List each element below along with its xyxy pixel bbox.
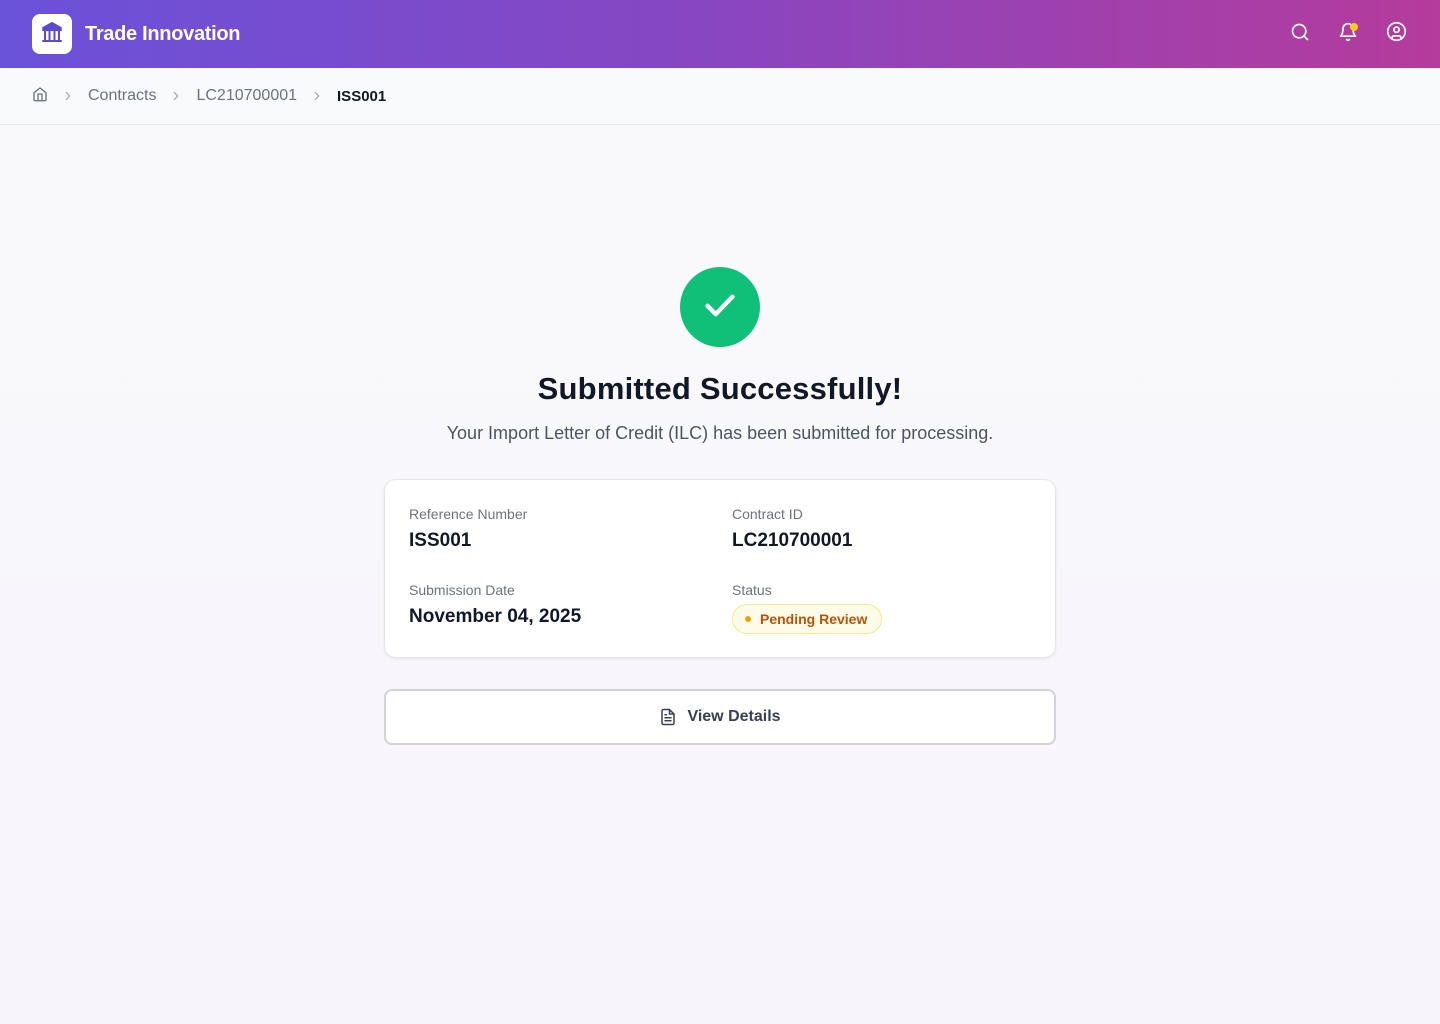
- breadcrumb-item-contracts[interactable]: Contracts: [88, 87, 156, 105]
- reference-number-field: Reference Number ISS001: [409, 506, 527, 552]
- submission-details-card: Reference Number ISS001 Contract ID LC21…: [384, 479, 1056, 658]
- breadcrumb-item-contract[interactable]: LC210700001: [196, 87, 297, 105]
- success-title: Submitted Successfully!: [537, 371, 903, 406]
- breadcrumb-current: ISS001: [337, 87, 387, 105]
- file-text-icon: [659, 708, 677, 726]
- submission-date-label: Submission Date: [409, 582, 515, 598]
- notifications-button[interactable]: [1336, 22, 1360, 46]
- status-label: Status: [732, 582, 772, 598]
- status-badge: Pending Review: [732, 604, 883, 634]
- header-actions: [1288, 0, 1408, 68]
- view-details-label: View Details: [687, 708, 781, 725]
- contract-id-field: Contract ID LC210700001: [732, 506, 852, 552]
- success-message: Submitted Successfully! Your Import Lett…: [0, 267, 1440, 444]
- breadcrumb: Contracts LC210700001 ISS001: [0, 68, 1440, 125]
- bank-icon: [40, 20, 64, 49]
- reference-number-label: Reference Number: [409, 506, 528, 522]
- profile-button[interactable]: [1384, 21, 1408, 47]
- submission-date-field: Submission Date November 04, 2025: [409, 582, 581, 628]
- user-circle-icon: [1386, 21, 1407, 47]
- top-navigation-bar: Trade Innovation: [0, 0, 1440, 68]
- status-text: Pending Review: [760, 611, 868, 627]
- reference-number-value: ISS001: [409, 530, 472, 551]
- search-icon: [1290, 22, 1310, 47]
- brand[interactable]: Trade Innovation: [32, 14, 241, 54]
- checkmark-icon: [700, 285, 740, 330]
- view-details-button[interactable]: View Details: [384, 689, 1056, 745]
- success-badge: [680, 267, 760, 347]
- chevron-right-icon: [169, 89, 183, 103]
- notification-badge: [1350, 23, 1358, 31]
- success-description: Your Import Letter of Credit (ILC) has b…: [446, 423, 994, 443]
- contract-id-label: Contract ID: [732, 506, 803, 522]
- logo: [32, 14, 72, 54]
- breadcrumb-home[interactable]: [32, 86, 48, 107]
- home-icon: [32, 86, 48, 107]
- chevron-right-icon: [61, 89, 75, 103]
- submission-date-value: November 04, 2025: [409, 606, 582, 627]
- search-button[interactable]: [1288, 22, 1312, 46]
- status-dot: [745, 616, 751, 622]
- status-field: Status Pending Review: [732, 582, 883, 634]
- chevron-right-icon: [310, 89, 324, 103]
- brand-name: Trade Innovation: [85, 22, 241, 45]
- contract-id-value: LC210700001: [732, 530, 853, 551]
